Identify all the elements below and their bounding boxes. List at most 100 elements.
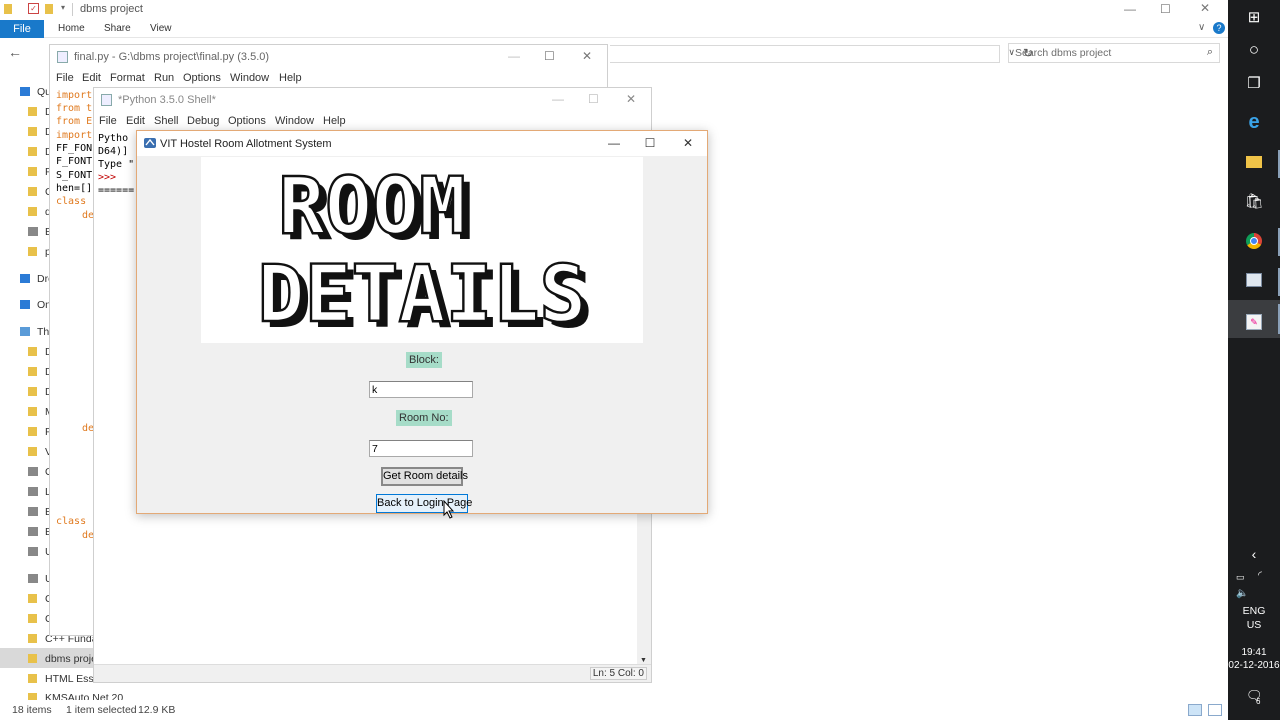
block-label: Block: — [406, 352, 442, 368]
ribbon-tab-share[interactable]: Share — [104, 23, 131, 34]
cortana-icon[interactable]: ○ — [1242, 38, 1266, 62]
chrome-icon[interactable] — [1242, 229, 1266, 253]
drive-icon — [28, 227, 38, 236]
nav-item[interactable]: p — [28, 246, 51, 258]
code-line: import — [56, 90, 93, 101]
expand-ribbon-icon[interactable]: ∨ — [1198, 22, 1205, 33]
menu-help[interactable]: Help — [323, 115, 346, 127]
address-dropdown-icon[interactable]: ∨ — [1008, 47, 1015, 58]
menu-format[interactable]: Format — [110, 72, 145, 84]
refresh-icon[interactable]: ↻ — [1023, 46, 1033, 60]
menu-shell[interactable]: Shell — [154, 115, 178, 127]
menu-options[interactable]: Options — [183, 72, 221, 84]
clock-time: 19:41 — [1241, 647, 1267, 658]
shell-menubar: File Edit Shell Debug Options Window Hel… — [94, 113, 651, 131]
code-line: from t — [56, 103, 93, 114]
block-input[interactable] — [369, 381, 473, 398]
close-icon[interactable]: ✕ — [1200, 1, 1210, 15]
folder-icon — [28, 427, 37, 436]
ribbon-tab-file[interactable]: File — [0, 20, 44, 38]
folder-icon — [28, 247, 37, 256]
app-title: VIT Hostel Room Allotment System — [160, 138, 332, 150]
minimize-icon[interactable]: — — [552, 92, 564, 106]
menu-window[interactable]: Window — [230, 72, 269, 84]
maximize-icon[interactable]: ☐ — [544, 49, 555, 63]
code-class: class — [56, 516, 87, 527]
search-input[interactable]: Search dbms project ⌕ — [1008, 43, 1220, 63]
python-idle-icon[interactable] — [1242, 268, 1266, 292]
menu-window[interactable]: Window — [275, 115, 314, 127]
menu-file[interactable]: File — [99, 115, 117, 127]
idle-icon — [101, 94, 112, 106]
maximize-icon[interactable]: ☐ — [635, 134, 665, 152]
menu-edit[interactable]: Edit — [126, 115, 145, 127]
nav-item[interactable]: Thi — [20, 326, 52, 338]
shell-line: ====== — [98, 185, 135, 196]
banner-art: ROOM ROOM DETAILS DETAILS — [256, 161, 593, 346]
menu-help[interactable]: Help — [279, 72, 302, 84]
nav-item[interactable]: Qu — [20, 86, 51, 98]
ribbon-tab-home[interactable]: Home — [58, 23, 85, 34]
tk-feather-icon — [144, 138, 156, 148]
maximize-icon[interactable]: ☐ — [1160, 2, 1171, 16]
menu-debug[interactable]: Debug — [187, 115, 219, 127]
details-view-icon[interactable] — [1188, 704, 1202, 716]
language-indicator[interactable]: ENG US — [1228, 604, 1280, 632]
scroll-down-icon[interactable]: ▼ — [640, 657, 647, 664]
get-room-details-button[interactable]: Get Room details — [381, 467, 468, 486]
folder-icon — [28, 167, 37, 176]
help-icon[interactable]: ? — [1213, 22, 1225, 34]
show-hidden-icons-icon[interactable]: ‹ — [1242, 542, 1266, 566]
menu-options[interactable]: Options — [228, 115, 266, 127]
drive-icon — [28, 547, 38, 556]
dropbox-icon — [20, 274, 30, 283]
battery-icon[interactable]: ▭ — [1236, 572, 1245, 583]
minimize-icon[interactable]: — — [599, 134, 629, 152]
file-explorer-icon[interactable] — [1242, 150, 1266, 174]
menu-file[interactable]: File — [56, 72, 74, 84]
code-line: FF_FON — [56, 143, 93, 154]
minimize-icon[interactable]: — — [508, 49, 520, 63]
minimize-icon[interactable]: — — [1124, 2, 1136, 16]
back-arrow-icon[interactable]: ← — [8, 44, 22, 60]
drive-icon — [28, 574, 38, 583]
maximize-icon[interactable]: ☐ — [588, 92, 599, 106]
close-icon[interactable]: ✕ — [582, 49, 592, 63]
address-bar[interactable]: ∨ ↻ — [610, 45, 1033, 63]
close-icon[interactable]: ✕ — [626, 92, 636, 106]
close-icon[interactable]: ✕ — [673, 134, 703, 152]
menu-run[interactable]: Run — [154, 72, 174, 84]
properties-icon[interactable]: ✓ — [28, 3, 39, 14]
explorer-title: dbms project — [80, 3, 143, 15]
onedrive-icon — [20, 300, 30, 309]
editor-title: final.py - G:\dbms project\final.py (3.5… — [74, 51, 270, 63]
large-icons-view-icon[interactable] — [1208, 704, 1222, 716]
status-selected: 1 item selected — [66, 704, 137, 716]
nav-item[interactable]: On — [20, 299, 51, 311]
store-icon[interactable]: 🛍 — [1242, 190, 1266, 214]
new-folder-icon[interactable] — [45, 4, 53, 14]
banner-line2: DETAILS — [258, 250, 587, 340]
folder-icon — [28, 207, 37, 216]
shell-prompt: >>> — [98, 172, 117, 183]
room-no-label: Room No: — [396, 410, 452, 426]
python-shell-icon[interactable]: ✎ — [1242, 307, 1266, 331]
editor-titlebar: final.py - G:\dbms project\final.py (3.5… — [50, 45, 607, 69]
volume-icon[interactable]: 🔈 — [1236, 588, 1248, 599]
nav-item[interactable]: d — [28, 206, 51, 218]
task-view-icon[interactable]: ❐ — [1242, 72, 1266, 96]
status-item-count: 18 items — [12, 704, 52, 716]
windows-start-icon[interactable]: ⊞ — [1242, 6, 1266, 30]
explorer-ribbon: File Home Share View ∨ ? — [0, 20, 1228, 38]
explorer-titlebar: ✓ ▾ dbms project — ☐ ✕ — [0, 0, 1228, 20]
nav-item[interactable]: dbms proje — [28, 653, 97, 665]
edge-icon[interactable]: e — [1242, 110, 1266, 134]
folder-icon — [28, 127, 37, 136]
ribbon-tab-view[interactable]: View — [150, 23, 172, 34]
wifi-icon[interactable]: ◜ — [1258, 570, 1262, 581]
room-no-input[interactable] — [369, 440, 473, 457]
menu-edit[interactable]: Edit — [82, 72, 101, 84]
status-size: 12.9 KB — [138, 704, 176, 716]
customize-qat-icon[interactable]: ▾ — [61, 3, 65, 12]
clock[interactable]: 19:41 02-12-2016 — [1228, 646, 1280, 672]
